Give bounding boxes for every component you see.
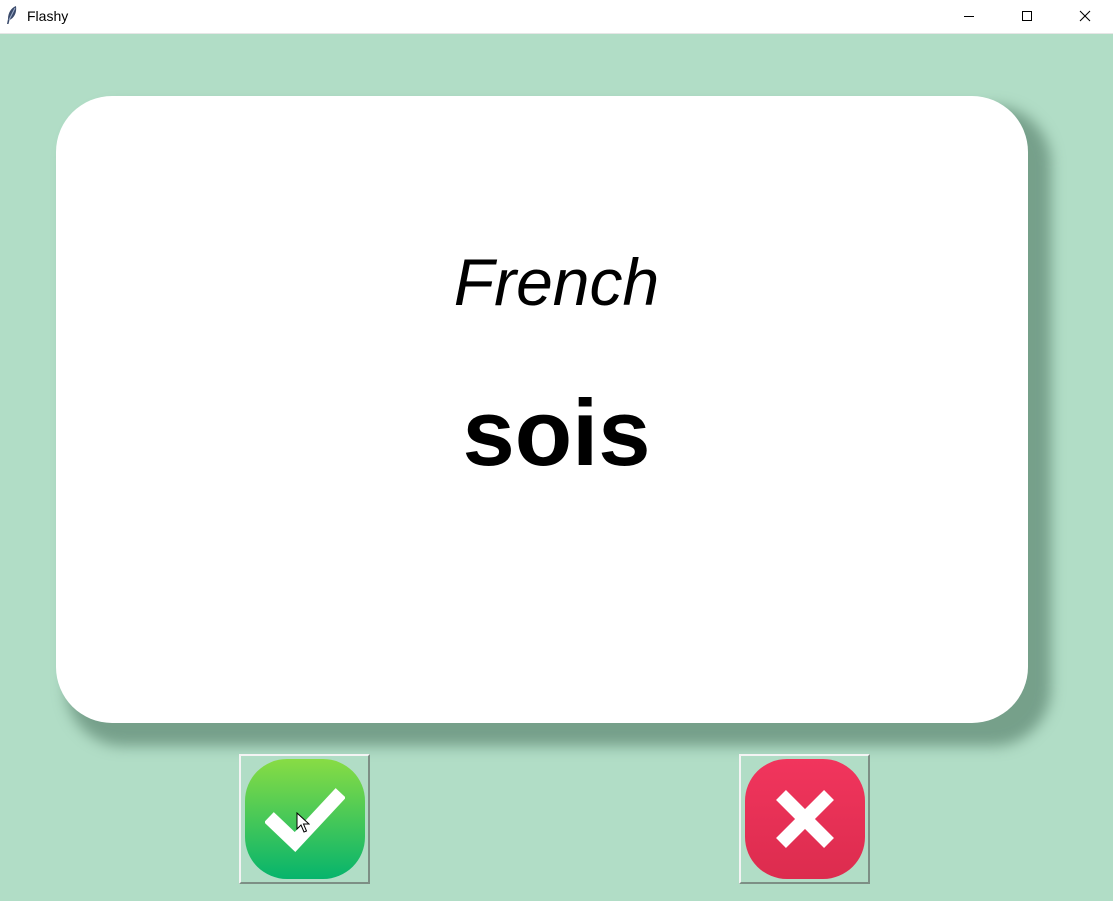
wrong-answer-button[interactable] [739,754,870,884]
window-title: Flashy [27,8,69,24]
mouse-pointer-icon [296,812,310,833]
app-canvas: French sois [0,34,1113,901]
window-titlebar: Flashy [0,0,1113,34]
minimize-icon [964,15,974,17]
close-icon [1079,10,1091,21]
x-icon [775,790,834,848]
wrong-button-face [744,759,865,879]
maximize-button[interactable] [998,0,1056,31]
minimize-button[interactable] [940,0,998,31]
card-word: sois [462,380,651,485]
feather-icon [7,6,17,24]
close-button[interactable] [1056,0,1113,31]
maximize-icon [1022,10,1032,21]
card-language-title: French [453,245,660,319]
